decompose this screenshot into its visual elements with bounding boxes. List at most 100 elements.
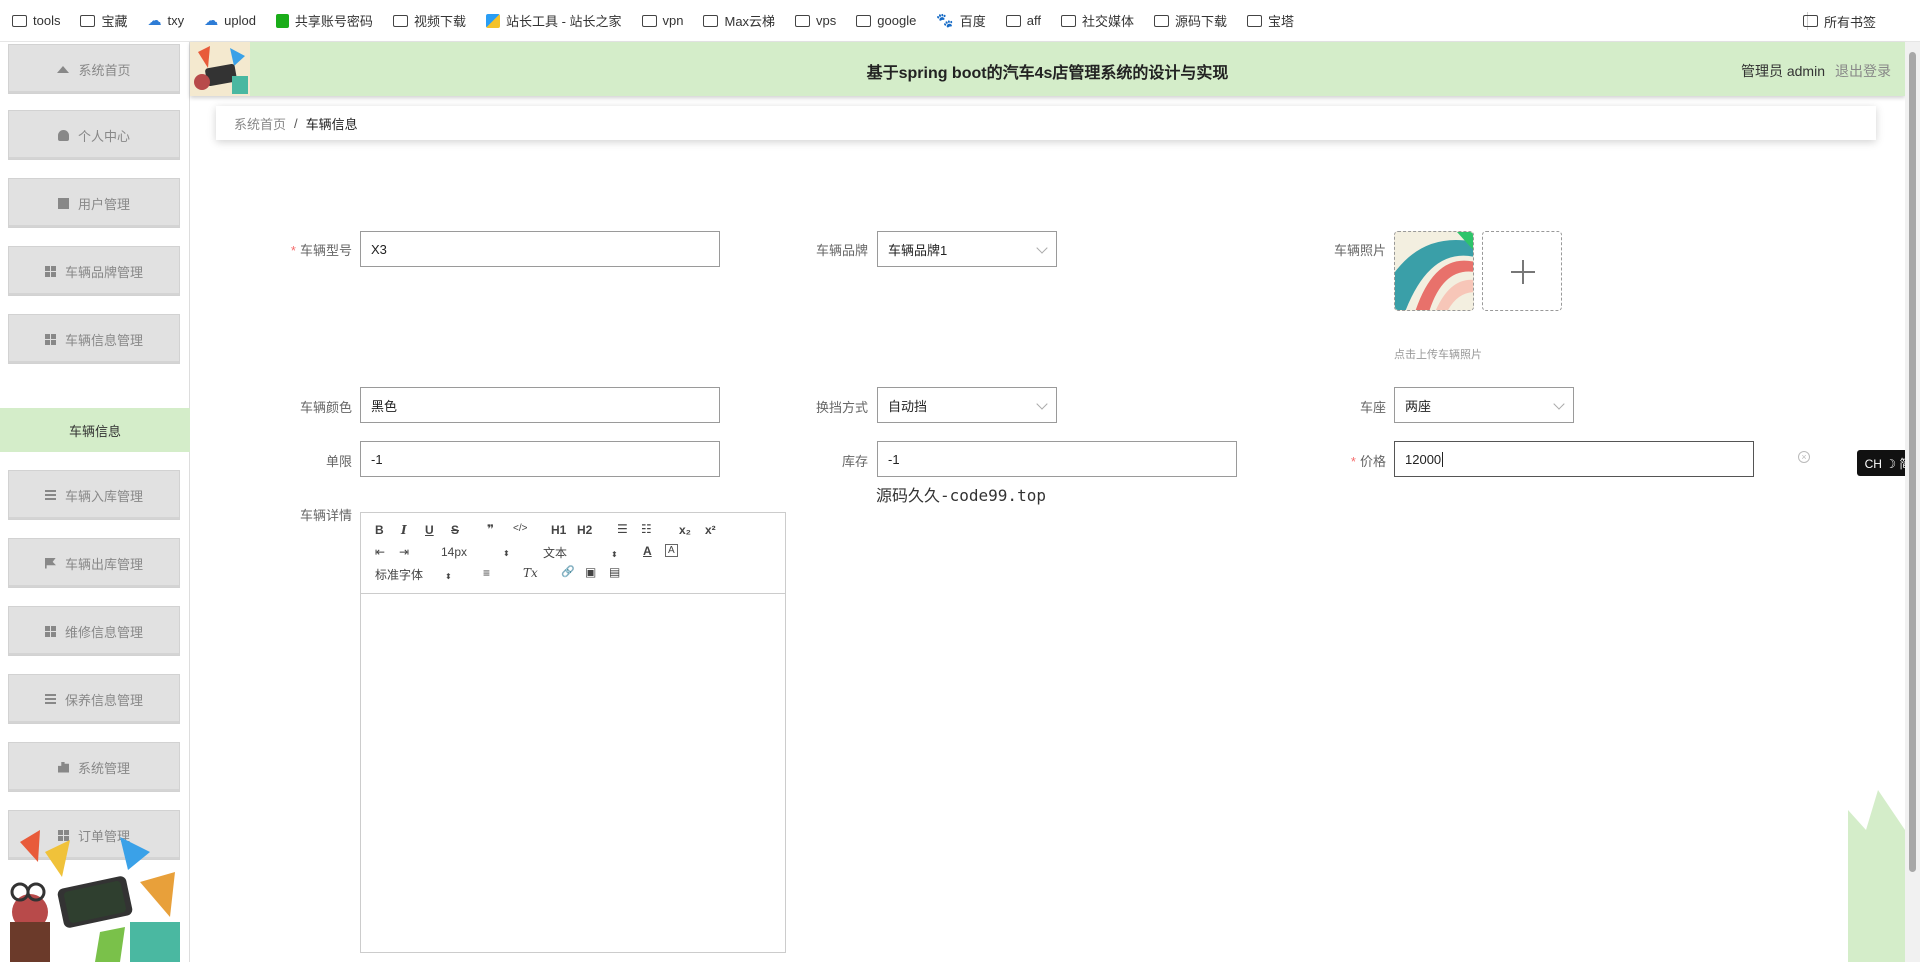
scrollbar-thumb[interactable] — [1909, 52, 1916, 872]
color-input[interactable]: 黑色 — [360, 387, 720, 423]
home-icon — [57, 65, 70, 73]
breadcrumb-separator: / — [294, 115, 298, 131]
brand-select[interactable]: 车辆品牌1 — [877, 231, 1057, 267]
bookmark-txy[interactable]: ☁ txy — [147, 12, 184, 29]
bookmark-aff[interactable]: aff — [1005, 13, 1041, 28]
flag-icon — [44, 557, 56, 569]
sidebar-item-home[interactable]: 系统首页 — [8, 44, 180, 94]
cloud-icon: ☁ — [204, 12, 219, 28]
brand-label: 车辆品牌 — [815, 243, 868, 258]
bookmark-baidu[interactable]: 🐾 百度 — [936, 11, 985, 30]
stock-input[interactable]: -1 — [877, 441, 1237, 477]
price-label: * 价格 — [1350, 454, 1386, 469]
bookmark-uplod[interactable]: ☁ uplod — [204, 12, 256, 29]
seat-select[interactable]: 两座 — [1394, 387, 1574, 423]
breadcrumb-home[interactable]: 系统首页 — [234, 114, 286, 133]
sidebar-item-users[interactable]: 用户管理 — [8, 178, 180, 228]
limit-label: 单限 — [325, 454, 352, 469]
sidebar-item-inbound[interactable]: 车辆入库管理 — [8, 470, 180, 520]
bookmark-social[interactable]: 社交媒体 — [1061, 11, 1134, 30]
superscript-button[interactable]: x² — [705, 523, 716, 537]
decorative-shape — [1848, 790, 1905, 962]
clear-icon[interactable]: × — [1798, 451, 1810, 463]
ordered-list-button[interactable]: ☰ — [617, 522, 628, 536]
detail-label: 车辆详情 — [299, 508, 352, 523]
bold-button[interactable]: B — [375, 523, 384, 537]
user-icon — [57, 129, 69, 141]
limit-input[interactable]: -1 — [360, 441, 720, 477]
photo-hint: 点击上传车辆照片 — [1394, 349, 1482, 361]
image-button[interactable]: ▣ — [585, 565, 596, 579]
app-header: 基于spring boot的汽车4s店管理系统的设计与实现 管理员 admin … — [190, 42, 1905, 96]
bookmark-source-download[interactable]: 源码下载 — [1154, 11, 1227, 30]
align-button[interactable]: ≡ — [483, 566, 490, 580]
chart-icon — [57, 761, 69, 773]
bookmark-vps[interactable]: vps — [795, 13, 836, 28]
header-select[interactable]: 文本 ⬍ — [543, 544, 618, 561]
subscript-button[interactable]: x₂ — [679, 523, 691, 537]
sidebar-item-profile[interactable]: 个人中心 — [8, 110, 180, 160]
indent-button[interactable]: ⇥ — [399, 545, 409, 559]
font-size-select[interactable]: 14px ⬍ — [441, 545, 510, 559]
bookmark-baota[interactable]: 宝塔 — [1247, 11, 1294, 30]
current-user: 管理员 admin — [1740, 63, 1825, 79]
model-input[interactable]: X3 — [360, 231, 720, 267]
sidebar-item-system[interactable]: 系统管理 — [8, 742, 180, 792]
editor-content[interactable] — [361, 594, 785, 952]
video-button[interactable]: ▤ — [609, 565, 620, 579]
sidebar-item-outbound[interactable]: 车辆出库管理 — [8, 538, 180, 588]
background-color-button[interactable]: A — [665, 544, 678, 557]
sidebar-item-repairs[interactable]: 维修信息管理 — [8, 606, 180, 656]
italic-button[interactable]: I — [401, 523, 407, 537]
watermark-text: 源码久久-code99.top — [876, 486, 1046, 505]
bookmark-google[interactable]: google — [856, 13, 916, 28]
sidebar-item-vehicles[interactable]: 车辆信息管理 — [8, 314, 180, 364]
photo-label: 车辆照片 — [1333, 243, 1386, 258]
stock-label: 库存 — [841, 454, 868, 469]
list-icon — [44, 489, 56, 501]
bullet-list-button[interactable]: ☷ — [641, 522, 652, 536]
chevron-down-icon — [1036, 242, 1048, 254]
sidebar-item-brands[interactable]: 车辆品牌管理 — [8, 246, 180, 296]
font-family-select[interactable]: 标准字体 ⬍ — [375, 566, 452, 583]
gear-select[interactable]: 自动挡 — [877, 387, 1057, 423]
up-down-icon: ⬍ — [611, 550, 618, 559]
folder-icon — [1005, 14, 1021, 27]
page-title: 基于spring boot的汽车4s店管理系统的设计与实现 — [866, 65, 1229, 82]
clean-format-button[interactable]: Tx — [523, 566, 538, 580]
all-bookmarks[interactable]: 所有书签 — [1802, 0, 1896, 42]
bookmark-baozang[interactable]: 宝藏 — [80, 11, 127, 30]
bookmark-tools[interactable]: tools — [12, 13, 60, 28]
bookmark-chinaz[interactable]: 站长工具 - 站长之家 — [485, 11, 622, 30]
bookmark-shared-accounts[interactable]: 共享账号密码 — [275, 11, 373, 30]
bookmark-max[interactable]: Max云梯 — [703, 11, 775, 30]
page-scrollbar[interactable] — [1905, 42, 1920, 962]
outdent-button[interactable]: ⇤ — [375, 545, 385, 559]
upload-photo-button[interactable] — [1482, 231, 1562, 311]
blockquote-button[interactable]: ❞ — [487, 522, 494, 536]
list-icon — [44, 693, 56, 705]
folder-icon — [392, 14, 408, 27]
link-button[interactable]: 🔗 — [561, 565, 575, 578]
font-color-button[interactable]: A — [643, 544, 652, 558]
underline-button[interactable]: U — [425, 523, 434, 537]
gear-label: 换挡方式 — [815, 400, 868, 415]
breadcrumb: 系统首页 / 车辆信息 — [216, 106, 1876, 140]
folder-icon — [1247, 14, 1263, 27]
folder-icon — [1802, 15, 1818, 27]
tool-icon — [485, 13, 500, 28]
breadcrumb-current: 车辆信息 — [305, 116, 358, 132]
vehicle-photo-thumbnail[interactable] — [1394, 231, 1474, 311]
bookmark-video-download[interactable]: 视频下载 — [392, 11, 466, 30]
code-block-button[interactable]: </> — [513, 523, 527, 534]
header1-button[interactable]: H1 — [551, 523, 566, 537]
paw-icon: 🐾 — [936, 12, 954, 28]
logout-link[interactable]: 退出登录 — [1835, 61, 1891, 81]
sidebar-subitem-vehicle-info[interactable]: 车辆信息 — [0, 408, 190, 452]
strike-button[interactable]: S — [451, 523, 459, 537]
header2-button[interactable]: H2 — [577, 523, 592, 537]
bookmark-vpn[interactable]: vpn — [641, 13, 683, 28]
sidebar-item-maintenance[interactable]: 保养信息管理 — [8, 674, 180, 724]
price-input[interactable]: 12000 — [1394, 441, 1754, 477]
grid-icon — [44, 625, 56, 637]
